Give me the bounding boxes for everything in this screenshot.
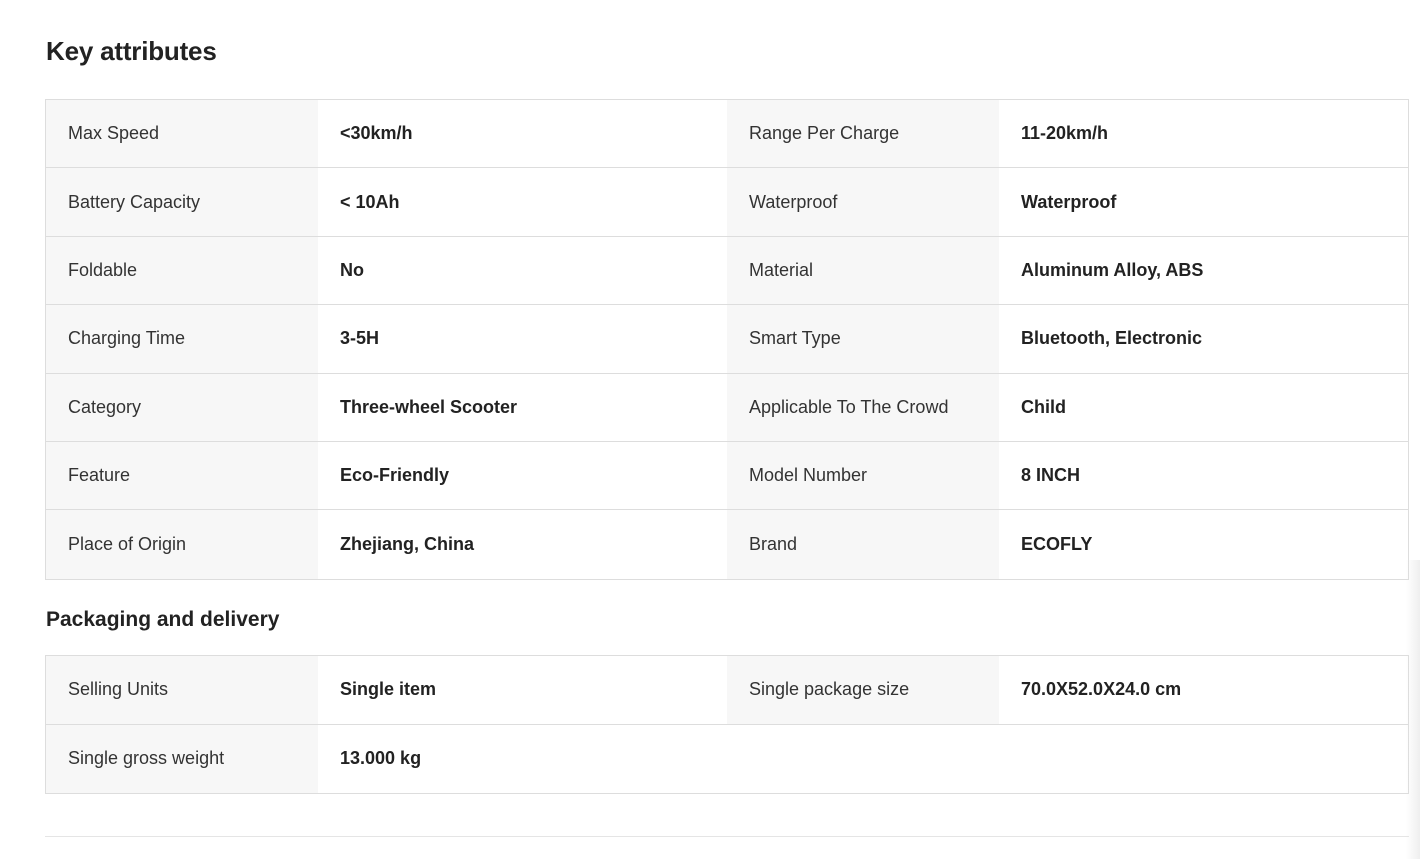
- attribute-row: Selling Units Single item Single package…: [46, 656, 1408, 725]
- attribute-value: Child: [999, 373, 1408, 441]
- attribute-value: Three-wheel Scooter: [318, 373, 727, 441]
- attribute-label: Brand: [727, 510, 999, 579]
- attribute-label: Category: [46, 373, 318, 441]
- attribute-label: Range Per Charge: [727, 100, 999, 168]
- attribute-label: Single gross weight: [46, 724, 318, 793]
- attribute-label: Model Number: [727, 441, 999, 510]
- attribute-row: Battery Capacity < 10Ah Waterproof Water…: [46, 168, 1408, 237]
- attribute-value: Waterproof: [999, 168, 1408, 236]
- attribute-value: 13.000 kg: [318, 724, 727, 793]
- packaging-delivery-heading: Packaging and delivery: [46, 608, 280, 631]
- key-attributes-heading: Key attributes: [46, 36, 217, 66]
- attribute-label: Selling Units: [46, 656, 318, 724]
- attribute-value: Eco-Friendly: [318, 441, 727, 510]
- attribute-label: Foldable: [46, 236, 318, 305]
- attribute-value: Aluminum Alloy, ABS: [999, 236, 1408, 305]
- attribute-label: Place of Origin: [46, 510, 318, 579]
- attribute-value: Zhejiang, China: [318, 510, 727, 579]
- attribute-value: No: [318, 236, 727, 305]
- attribute-row: Category Three-wheel Scooter Applicable …: [46, 373, 1408, 442]
- attribute-value: Bluetooth, Electronic: [999, 305, 1408, 373]
- attribute-label: Battery Capacity: [46, 168, 318, 236]
- empty-cell: [727, 724, 1408, 793]
- attribute-label: Waterproof: [727, 168, 999, 236]
- key-attributes-table: Max Speed <30km/h Range Per Charge 11-20…: [45, 99, 1409, 580]
- attribute-value: 11-20km/h: [999, 100, 1408, 168]
- attribute-row: Charging Time 3-5H Smart Type Bluetooth,…: [46, 305, 1408, 374]
- attribute-value: 70.0X52.0X24.0 cm: [999, 656, 1408, 724]
- attribute-value: 8 INCH: [999, 441, 1408, 510]
- attribute-value: < 10Ah: [318, 168, 727, 236]
- attribute-label: Max Speed: [46, 100, 318, 168]
- attribute-value: <30km/h: [318, 100, 727, 168]
- attribute-label: Charging Time: [46, 305, 318, 373]
- section-divider: [45, 836, 1409, 837]
- attribute-value: 3-5H: [318, 305, 727, 373]
- product-attributes-page: Key attributes Max Speed <30km/h Range P…: [0, 0, 1420, 859]
- attribute-label: Applicable To The Crowd: [727, 373, 999, 441]
- attribute-label: Single package size: [727, 656, 999, 724]
- attribute-value: ECOFLY: [999, 510, 1408, 579]
- attribute-label: Material: [727, 236, 999, 305]
- attribute-row: Single gross weight 13.000 kg: [46, 724, 1408, 793]
- packaging-delivery-table: Selling Units Single item Single package…: [45, 655, 1409, 794]
- attribute-row: Feature Eco-Friendly Model Number 8 INCH: [46, 441, 1408, 511]
- attribute-row: Max Speed <30km/h Range Per Charge 11-20…: [46, 100, 1408, 169]
- attribute-label: Feature: [46, 441, 318, 510]
- attribute-label: Smart Type: [727, 305, 999, 373]
- attribute-row: Foldable No Material Aluminum Alloy, ABS: [46, 236, 1408, 306]
- attribute-row: Place of Origin Zhejiang, China Brand EC…: [46, 510, 1408, 579]
- edge-shadow: [1406, 560, 1420, 859]
- attribute-value: Single item: [318, 656, 727, 724]
